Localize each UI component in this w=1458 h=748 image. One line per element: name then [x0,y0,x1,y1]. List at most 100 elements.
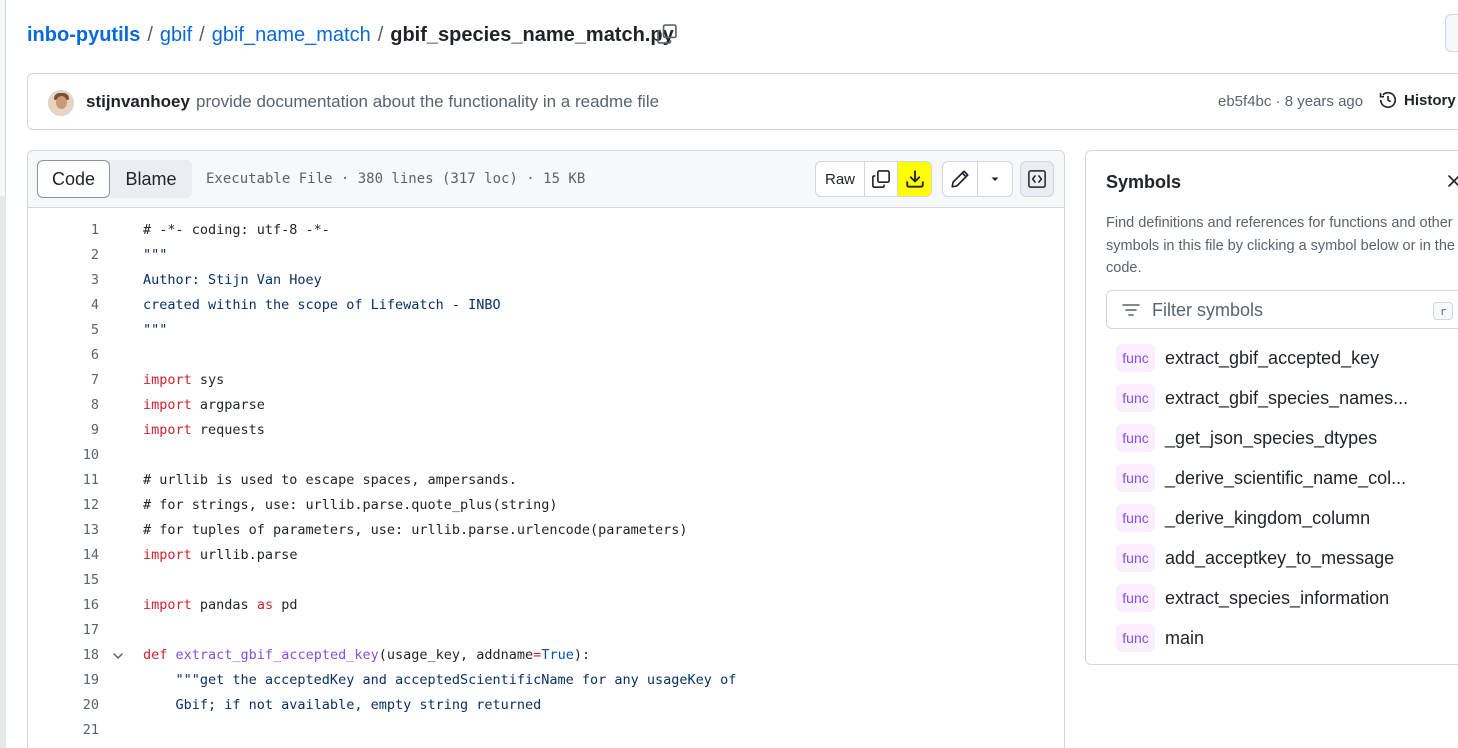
code-line[interactable]: 16 import pandas as pd [28,593,1064,618]
breadcrumb-file-name: gbif_species_name_match.py [390,23,674,46]
code-line[interactable]: 19 """get the acceptedKey and acceptedSc… [28,668,1064,693]
code-line[interactable]: 18 def extract_gbif_accepted_key(usage_ke… [28,643,1064,668]
symbol-name: extract_gbif_species_names... [1165,387,1409,408]
symbol-kind-badge: func [1116,584,1155,612]
code-line[interactable]: 1 # -*- coding: utf-8 -*- [28,218,1064,243]
line-number[interactable]: 1 [28,218,99,243]
triangle-down-icon [991,177,999,181]
symbols-panel-toggle[interactable] [1020,161,1054,197]
line-number[interactable]: 20 [28,693,99,718]
code-line[interactable]: 4 created within the scope of Lifewatch -… [28,293,1064,318]
line-number[interactable]: 7 [28,368,99,393]
code-text: # for tuples of parameters, use: urllib.… [143,518,688,543]
code-line[interactable]: 3 Author: Stijn Van Hoey [28,268,1064,293]
code-text: import argparse [143,393,265,418]
code-line[interactable]: 6 [28,343,1064,368]
symbol-item[interactable]: func _derive_scientific_name_col... [1116,458,1458,498]
commit-message-link[interactable]: provide documentation about the function… [196,92,659,112]
code-token: (usage_key, addname [378,647,534,663]
code-token: sys [191,372,225,388]
line-number[interactable]: 19 [28,668,99,693]
line-number[interactable]: 4 [28,293,99,318]
code-token: pd [273,597,298,613]
line-number[interactable]: 10 [28,443,99,468]
line-number[interactable]: 8 [28,393,99,418]
close-icon [1448,175,1458,187]
code-line[interactable]: 10 [28,443,1064,468]
line-number[interactable]: 15 [28,568,99,593]
symbol-item[interactable]: func _derive_kingdom_column [1116,498,1458,538]
code-token: # for strings, use: urllib.parse.quote_p… [143,497,558,513]
code-text: # urllib is used to escape spaces, amper… [143,468,517,493]
symbol-kind-badge: func [1116,344,1155,372]
code-line[interactable]: 5 """ [28,318,1064,343]
symbol-name: add_acceptkey_to_message [1165,547,1395,568]
code-line[interactable]: 9 import requests [28,418,1064,443]
line-number[interactable]: 6 [28,343,99,368]
breadcrumb-separator: / [199,23,205,46]
line-number[interactable]: 5 [28,318,99,343]
symbol-item[interactable]: func add_acceptkey_to_message [1116,538,1458,578]
code-line[interactable]: 17 [28,618,1064,643]
code-token: # for tuples of parameters, use: urllib.… [143,522,688,538]
code-line[interactable]: 12 # for strings, use: urllib.parse.quote… [28,493,1064,518]
filter-icon [1122,304,1140,316]
line-number[interactable]: 17 [28,618,99,643]
symbol-item[interactable]: func _get_json_species_dtypes [1116,418,1458,458]
filter-shortcut-key: r [1433,302,1453,320]
fold-chevron-icon[interactable] [110,643,126,668]
line-number[interactable]: 13 [28,518,99,543]
code-token: # -*- coding: utf-8 -*- [143,222,330,238]
code-line[interactable]: 11 # urllib is used to escape spaces, amp… [28,468,1064,493]
line-number[interactable]: 2 [28,243,99,268]
line-number[interactable]: 14 [28,543,99,568]
code-line[interactable]: 7 import sys [28,368,1064,393]
symbol-name: _get_json_species_dtypes [1165,427,1378,448]
symbol-item[interactable]: func extract_gbif_species_names... [1116,378,1458,418]
symbol-item[interactable]: func extract_gbif_accepted_key [1116,338,1458,378]
code-keyword: def [143,647,168,663]
tab-code[interactable]: Code [37,160,110,198]
avatar[interactable] [48,90,74,116]
code-token: # urllib is used to escape spaces, amper… [143,472,517,488]
close-symbols-button[interactable] [1444,171,1458,191]
tab-blame[interactable]: Blame [110,160,192,198]
line-number[interactable]: 3 [28,268,99,293]
file-info: Executable File · 380 lines (317 loc) · … [206,171,586,187]
history-button[interactable]: History [1378,90,1456,110]
code-line[interactable]: 14 import urllib.parse [28,543,1064,568]
copy-path-button[interactable] [655,22,679,46]
raw-button[interactable]: Raw [816,162,865,196]
breadcrumb: inbo-pyutils / gbif / gbif_name_match / … [27,21,674,49]
download-raw-button[interactable] [898,162,931,196]
code-token: argparse [191,397,265,413]
code-line[interactable]: 15 [28,568,1064,593]
line-number[interactable]: 21 [28,718,99,743]
code-text: # for strings, use: urllib.parse.quote_p… [143,493,558,518]
code-line[interactable]: 8 import argparse [28,393,1064,418]
code-constant: True [541,647,574,663]
edit-options-dropdown[interactable] [978,162,1012,196]
line-number[interactable]: 18 [28,643,99,668]
code-line[interactable]: 13 # for tuples of parameters, use: urlli… [28,518,1064,543]
symbol-item[interactable]: func extract_species_information [1116,578,1458,618]
edit-file-button[interactable] [943,162,978,196]
code-line[interactable]: 21 [28,718,1064,743]
line-number[interactable]: 9 [28,418,99,443]
breadcrumb-dir-gbif-link[interactable]: gbif [160,24,192,47]
code-token: """ [143,247,168,263]
symbol-item[interactable]: func main [1116,618,1458,658]
filter-symbols-input[interactable]: Filter symbols r [1106,290,1458,329]
code-line[interactable]: 20 Gbif; if not available, empty string … [28,693,1064,718]
copy-raw-button[interactable] [865,162,898,196]
commit-author-link[interactable]: stijnvanhoey [86,92,190,112]
line-number[interactable]: 11 [28,468,99,493]
code-line[interactable]: 2 """ [28,243,1064,268]
more-options-button[interactable] [1445,14,1458,52]
breadcrumb-repo-link[interactable]: inbo-pyutils [27,24,140,47]
breadcrumb-dir-name-match-link[interactable]: gbif_name_match [212,24,371,47]
commit-sha-and-age[interactable]: eb5f4bc · 8 years ago [1218,93,1363,110]
line-number[interactable]: 16 [28,593,99,618]
latest-commit-bar: stijnvanhoey provide documentation about… [27,73,1458,130]
line-number[interactable]: 12 [28,493,99,518]
